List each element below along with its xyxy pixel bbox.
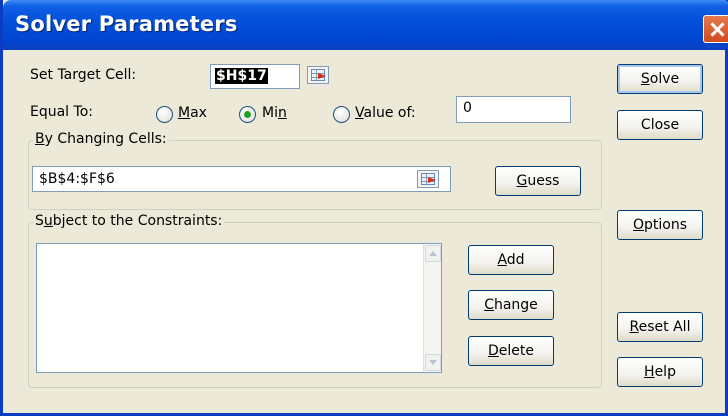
dialog-title: Solver Parameters	[15, 12, 238, 36]
max-radio[interactable]	[156, 106, 173, 123]
changing-cells-title: By Changing Cells:	[33, 131, 169, 147]
equal-to-label: Equal To:	[30, 104, 93, 120]
value-of-radio-label[interactable]: Value of:	[355, 105, 416, 121]
scroll-down-icon[interactable]	[425, 354, 441, 371]
target-cell-input[interactable]: $H$17	[210, 64, 300, 89]
range-select-icon[interactable]	[417, 170, 439, 188]
close-x-icon[interactable]	[703, 15, 728, 43]
constraints-scrollbar[interactable]	[423, 244, 441, 372]
set-target-label: Set Target Cell:	[30, 67, 137, 83]
changing-cells-input[interactable]: $B$4:$F$6	[32, 166, 451, 192]
solver-dialog: Solver Parameters Set Target Cell: $H$17…	[0, 0, 728, 416]
constraints-list[interactable]	[36, 243, 442, 373]
value-of-radio[interactable]	[333, 106, 350, 123]
title-bar[interactable]: Solver Parameters	[3, 0, 728, 50]
constraints-title: Subject to the Constraints:	[33, 213, 225, 229]
delete-button[interactable]: Delete	[468, 336, 554, 366]
add-button[interactable]: Add	[468, 245, 554, 275]
reset-all-button[interactable]: Reset All	[617, 312, 703, 342]
options-button[interactable]: Options	[617, 210, 703, 240]
range-select-icon[interactable]	[307, 66, 329, 84]
close-button[interactable]: Close	[617, 110, 703, 140]
guess-button[interactable]: Guess	[495, 166, 581, 196]
min-radio[interactable]	[239, 106, 256, 123]
solve-button[interactable]: Solve	[617, 64, 703, 94]
min-radio-label[interactable]: Min	[262, 105, 287, 121]
help-button[interactable]: Help	[617, 357, 703, 387]
change-button[interactable]: Change	[468, 290, 554, 320]
target-cell-value: $H$17	[215, 68, 268, 84]
max-radio-label[interactable]: Max	[178, 105, 207, 121]
value-of-input[interactable]: 0	[456, 96, 571, 123]
scroll-up-icon[interactable]	[425, 245, 441, 262]
